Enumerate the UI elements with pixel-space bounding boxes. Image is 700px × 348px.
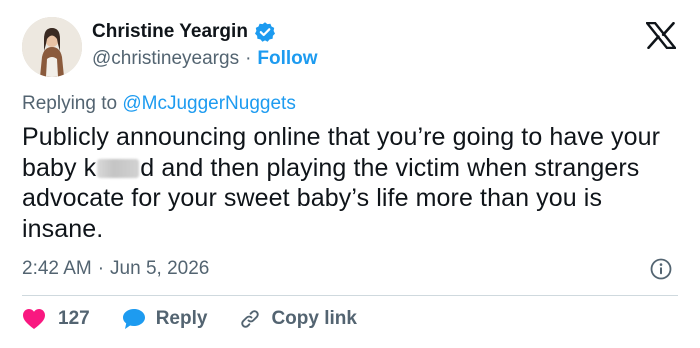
copy-link-label: Copy link	[271, 308, 357, 329]
reply-prefix: Replying to	[22, 93, 118, 114]
author-display-name[interactable]: Christine Yeargin	[92, 21, 248, 43]
author-handle-row: @christineyeargs · Follow	[92, 48, 318, 70]
follow-button[interactable]: Follow	[257, 48, 317, 70]
reply-mention-link[interactable]: @McJuggerNuggets	[122, 93, 295, 114]
reply-context: Replying to @McJuggerNuggets	[22, 93, 296, 115]
like-count: 127	[58, 308, 90, 329]
like-button[interactable]: 127	[22, 308, 122, 330]
copy-link-button[interactable]: Copy link	[239, 308, 357, 330]
tweet-time: 2:42 AM	[22, 258, 92, 279]
link-icon	[241, 310, 260, 328]
info-icon[interactable]	[650, 258, 672, 280]
divider	[22, 295, 678, 296]
avatar[interactable]	[22, 17, 82, 77]
timestamp-separator: ·	[97, 258, 105, 279]
x-logo-icon[interactable]	[645, 21, 677, 50]
tweet-date: Jun 5, 2026	[110, 258, 210, 279]
reply-button[interactable]: Reply	[122, 308, 240, 330]
handle-separator: ·	[245, 48, 252, 69]
tweet-timestamp[interactable]: 2:42 AM · Jun 5, 2026	[22, 258, 209, 280]
author-name-row: Christine Yeargin	[92, 21, 276, 43]
reply-label: Reply	[155, 308, 208, 329]
censored-word-blur	[97, 158, 140, 178]
verified-badge-icon	[254, 21, 276, 43]
tweet-actions: 127 Reply Copy link	[22, 308, 357, 330]
heart-icon	[23, 309, 45, 329]
tweet-text: Publicly announcing online that you’re g…	[22, 122, 682, 244]
author-handle[interactable]: @christineyeargs	[92, 48, 239, 70]
avatar-photo	[22, 17, 82, 77]
speech-bubble-icon	[122, 309, 145, 329]
